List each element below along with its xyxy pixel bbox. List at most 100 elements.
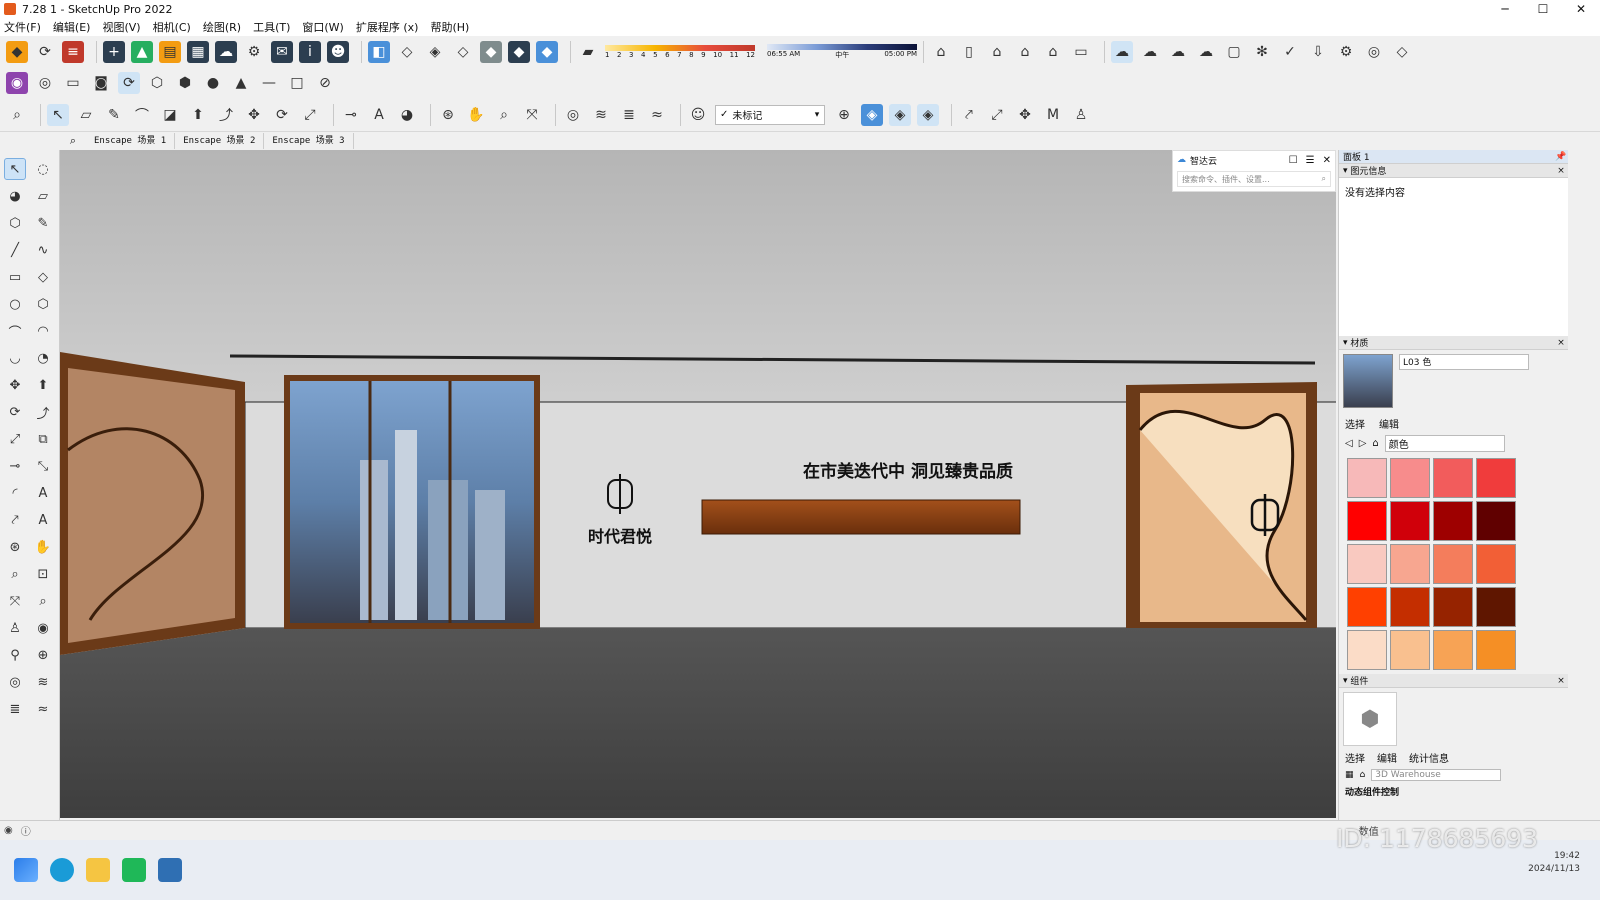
dimension-icon[interactable]: ⤢ bbox=[986, 104, 1008, 126]
arc-icon[interactable]: ⌒ bbox=[131, 104, 153, 126]
text-icon[interactable]: A bbox=[368, 104, 390, 126]
add-icon[interactable]: + bbox=[103, 41, 125, 63]
move-icon[interactable]: ✥ bbox=[243, 104, 265, 126]
start-icon[interactable] bbox=[14, 858, 38, 882]
scene-tab-3[interactable]: Enscape 场景 3 bbox=[264, 133, 354, 149]
export-icon[interactable]: ▢ bbox=[1223, 41, 1245, 63]
tape-tool-icon[interactable]: ⊸ bbox=[4, 455, 26, 477]
pan-icon[interactable]: ✋ bbox=[465, 104, 487, 126]
gear-icon[interactable]: ⚙ bbox=[243, 41, 265, 63]
hide-icon[interactable]: ⊘ bbox=[314, 72, 336, 94]
measure-icon[interactable]: M bbox=[1042, 104, 1064, 126]
settings-hex-icon[interactable]: ⬡ bbox=[146, 72, 168, 94]
zoom-tool-icon[interactable]: ⌕ bbox=[4, 563, 26, 585]
cone-icon[interactable]: ▲ bbox=[230, 72, 252, 94]
orbit-icon[interactable]: ⊛ bbox=[437, 104, 459, 126]
paint-tool-icon[interactable]: ◕ bbox=[4, 185, 26, 207]
stamp-icon[interactable]: ≣ bbox=[618, 104, 640, 126]
house-front-icon[interactable]: ⌂ bbox=[1014, 41, 1036, 63]
rotated-rect-tool-icon[interactable]: ◇ bbox=[32, 266, 54, 288]
arc-tool-icon[interactable]: ⌒ bbox=[4, 320, 26, 342]
book-icon[interactable]: ▯ bbox=[958, 41, 980, 63]
zhidayun-search-input[interactable]: 搜索命令、插件、设置... ⌕ bbox=[1177, 171, 1331, 187]
follow-me-icon[interactable]: ⤴ bbox=[215, 104, 237, 126]
forward-arrow-icon[interactable]: ▷ bbox=[1359, 438, 1367, 449]
hidden-line-icon[interactable]: ◈ bbox=[424, 41, 446, 63]
menu-tools[interactable]: 工具(T) bbox=[253, 19, 290, 35]
move-axes-icon[interactable]: ✥ bbox=[1014, 104, 1036, 126]
color-swatch[interactable] bbox=[1347, 630, 1387, 670]
menu-window[interactable]: 窗口(W) bbox=[302, 19, 343, 35]
materials-header[interactable]: ▾ 材质 × bbox=[1339, 336, 1568, 350]
axes-icon[interactable]: ⤤ bbox=[958, 104, 980, 126]
select-tool-icon[interactable]: ↖ bbox=[4, 158, 26, 180]
person-icon[interactable]: ♙ bbox=[1070, 104, 1092, 126]
orbit-tool-icon[interactable]: ⊛ bbox=[4, 536, 26, 558]
materials-close-icon[interactable]: × bbox=[1554, 338, 1568, 348]
materials-tab-select[interactable]: 选择 bbox=[1345, 416, 1365, 431]
tape-measure-icon[interactable]: ⊸ bbox=[340, 104, 362, 126]
section-cut-icon[interactable]: ◈ bbox=[889, 103, 911, 126]
monochrome-icon[interactable]: ◆ bbox=[508, 41, 530, 63]
check-circle-icon[interactable]: ✓ bbox=[1279, 41, 1301, 63]
download-icon[interactable]: ⇩ bbox=[1307, 41, 1329, 63]
network-icon[interactable]: ✻ bbox=[1251, 41, 1273, 63]
pushpull-tool-icon[interactable]: ⬆ bbox=[32, 374, 54, 396]
shade-style-icon[interactable]: ◧ bbox=[368, 41, 390, 63]
color-swatch[interactable] bbox=[1390, 501, 1430, 541]
menu-file[interactable]: 文件(F) bbox=[4, 19, 41, 35]
color-swatch[interactable] bbox=[1347, 458, 1387, 498]
pie-tool-icon[interactable]: ◔ bbox=[32, 347, 54, 369]
text-tool-icon[interactable]: A bbox=[32, 482, 54, 504]
entity-info-close-icon[interactable]: × bbox=[1554, 166, 1568, 176]
section-display-icon[interactable]: ◈ bbox=[861, 103, 883, 126]
checker-icon[interactable]: ▦ bbox=[187, 41, 209, 63]
color-swatch[interactable] bbox=[1433, 587, 1473, 627]
color-swatch[interactable] bbox=[1433, 544, 1473, 584]
scene-tab-1[interactable]: Enscape 场景 1 bbox=[86, 133, 176, 149]
shadow-month-slider[interactable]: 1 2 3 4 5 6 7 8 9 10 11 12 bbox=[605, 41, 755, 63]
lasso-tool-icon[interactable]: ◌ bbox=[32, 158, 54, 180]
color-swatch[interactable] bbox=[1347, 587, 1387, 627]
color-swatch[interactable] bbox=[1347, 501, 1387, 541]
restore-icon[interactable]: ☐ bbox=[1289, 155, 1298, 166]
dimension-tool-icon[interactable]: ⤡ bbox=[32, 455, 54, 477]
camera-icon[interactable]: ◙ bbox=[90, 72, 112, 94]
scene-tab-2[interactable]: Enscape 场景 2 bbox=[175, 133, 265, 149]
warehouse-icon[interactable]: ⌂ bbox=[930, 41, 952, 63]
pan-tool-icon[interactable]: ✋ bbox=[32, 536, 54, 558]
smoove-icon[interactable]: ≋ bbox=[590, 104, 612, 126]
components-tab-edit[interactable]: 编辑 bbox=[1377, 750, 1397, 765]
section-tool-icon[interactable]: ⊕ bbox=[32, 644, 54, 666]
house-icon[interactable]: ⌂ bbox=[986, 41, 1008, 63]
cube-icon[interactable]: ⬢ bbox=[174, 72, 196, 94]
line-tool-icon[interactable]: ╱ bbox=[4, 239, 26, 261]
stamp-tool-icon[interactable]: ≣ bbox=[4, 698, 26, 720]
zoom-extents-icon[interactable]: ⤧ bbox=[521, 104, 543, 126]
components-close-icon[interactable]: × bbox=[1554, 676, 1568, 686]
sketchup-home-icon[interactable]: ◆ bbox=[6, 41, 28, 63]
select-icon[interactable]: ↖ bbox=[47, 103, 69, 126]
user-icon[interactable]: ☻ bbox=[327, 41, 349, 63]
material-name-input[interactable]: L03 色 bbox=[1399, 354, 1529, 370]
shop-icon[interactable]: ▭ bbox=[1070, 41, 1092, 63]
status-info-icon[interactable]: ⓘ bbox=[21, 823, 31, 838]
rectangle-tool-icon[interactable]: ▭ bbox=[4, 266, 26, 288]
scale-tool-icon[interactable]: ⤢ bbox=[4, 428, 26, 450]
menu-edit[interactable]: 编辑(E) bbox=[53, 19, 91, 35]
arc3-tool-icon[interactable]: ◡ bbox=[4, 347, 26, 369]
xray-icon[interactable]: ◆ bbox=[536, 41, 558, 63]
enscape-icon[interactable]: ◉ bbox=[6, 72, 28, 94]
menu-view[interactable]: 视图(V) bbox=[102, 19, 140, 35]
cloud-sync-icon[interactable]: ☁ bbox=[1111, 41, 1133, 63]
geo-location-icon[interactable]: ◉ bbox=[4, 825, 13, 836]
color-swatch[interactable] bbox=[1476, 630, 1516, 670]
video-icon[interactable]: ▭ bbox=[62, 72, 84, 94]
color-swatch[interactable] bbox=[1433, 501, 1473, 541]
info-icon[interactable]: i bbox=[299, 41, 321, 63]
smoove-tool-icon[interactable]: ≋ bbox=[32, 671, 54, 693]
shadow-time-slider[interactable]: 06:55 AM 中午 05:00 PM bbox=[767, 41, 917, 63]
model-viewport[interactable]: 时代君悦 在市美迭代中 洞见臻贵品质 bbox=[60, 150, 1336, 818]
sandbox-icon[interactable]: ◎ bbox=[562, 104, 584, 126]
layers-icon[interactable]: ≡ bbox=[62, 41, 84, 63]
